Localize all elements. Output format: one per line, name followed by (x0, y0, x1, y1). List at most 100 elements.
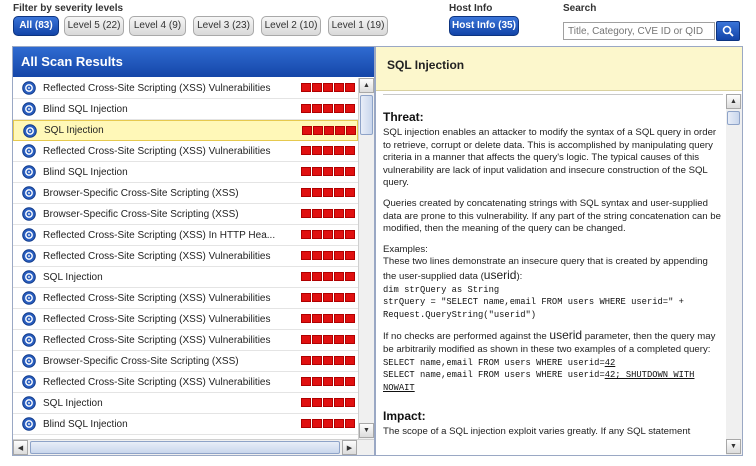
result-row[interactable]: Reflected Cross-Site Scripting (XSS) Vul… (13, 309, 358, 330)
scan-results-title: All Scan Results (13, 47, 374, 77)
result-row[interactable]: Blind SQL Injection (13, 414, 358, 435)
userid-term-2: userid (549, 328, 583, 343)
severity-block (313, 126, 323, 135)
search-input[interactable] (564, 23, 714, 39)
result-row[interactable]: Reflected Cross-Site Scripting (XSS) Vul… (13, 288, 358, 309)
no-checks-text-a: If no checks are performed against the (383, 331, 550, 343)
detail-vertical-scrollbar[interactable]: ▲ ▼ (726, 94, 742, 455)
severity-block (312, 146, 322, 155)
result-row[interactable]: Browser-Specific Cross-Site Scripting (X… (13, 204, 358, 225)
severity-block (301, 314, 311, 323)
filter-level-1-button[interactable]: Level 1 (19) (328, 16, 388, 36)
severity-block (334, 419, 344, 428)
detail-panel: SQL Injection Threat: SQL injection enab… (375, 46, 743, 456)
vulnerability-icon (22, 249, 36, 263)
filter-level-3-button[interactable]: Level 3 (23) (193, 16, 254, 36)
search-field[interactable] (563, 22, 715, 40)
severity-block (345, 314, 355, 323)
severity-block (345, 83, 355, 92)
result-row[interactable]: SQL Injection (13, 267, 358, 288)
query-example-1: SELECT name,email FROM users WHERE useri… (383, 357, 616, 368)
severity-block (345, 167, 355, 176)
severity-block (323, 188, 333, 197)
severity-block (312, 377, 322, 386)
filter-all-button[interactable]: All (83) (13, 16, 59, 36)
severity-block (345, 356, 355, 365)
severity-block (345, 272, 355, 281)
result-title: Reflected Cross-Site Scripting (XSS) Vul… (43, 250, 271, 262)
result-title: Reflected Cross-Site Scripting (XSS) Vul… (43, 334, 271, 346)
severity-block (345, 230, 355, 239)
threat-paragraph-1: SQL injection enables an attacker to mod… (383, 127, 717, 189)
severity-block (323, 251, 333, 260)
results-horizontal-scrollbar[interactable]: ◀ ▶ (13, 439, 374, 455)
severity-block (334, 356, 344, 365)
detail-scroll-up-arrow-icon[interactable]: ▲ (726, 94, 741, 109)
result-title: SQL Injection (43, 271, 103, 283)
result-title: Browser-Specific Cross-Site Scripting (X… (43, 208, 239, 220)
severity-indicator (301, 335, 355, 344)
severity-indicator (301, 398, 355, 407)
results-scroll-thumb[interactable] (360, 95, 373, 135)
result-row[interactable]: Blind SQL Injection (13, 99, 358, 120)
result-row[interactable]: Reflected Cross-Site Scripting (XSS) Vul… (13, 78, 358, 99)
severity-block (323, 356, 333, 365)
scroll-right-arrow-icon[interactable]: ▶ (342, 440, 357, 455)
result-row[interactable]: Blind SQL Injection (13, 162, 358, 183)
severity-block (323, 293, 333, 302)
result-title: Reflected Cross-Site Scripting (XSS) Vul… (43, 376, 271, 388)
search-button[interactable] (716, 21, 740, 41)
severity-indicator (301, 146, 355, 155)
examples-label: Examples: (383, 243, 428, 255)
result-row[interactable]: Browser-Specific Cross-Site Scripting (X… (13, 183, 358, 204)
vulnerability-icon (23, 123, 37, 138)
severity-block (301, 335, 311, 344)
host-info-button[interactable]: Host Info (35) (449, 16, 519, 36)
search-icon (722, 25, 734, 37)
result-row[interactable]: Reflected Cross-Site Scripting (XSS) Vul… (13, 141, 358, 162)
result-row[interactable]: Reflected Cross-Site Scripting (XSS) In … (13, 225, 358, 246)
filter-level-4-button[interactable]: Level 4 (9) (129, 16, 186, 36)
filter-level-5-button[interactable]: Level 5 (22) (64, 16, 124, 36)
result-row[interactable]: Browser-Specific Cross-Site Scripting (X… (13, 351, 358, 372)
severity-indicator (301, 293, 355, 302)
vulnerability-icon (22, 375, 36, 389)
filter-level-2-button[interactable]: Level 2 (10) (261, 16, 321, 36)
detail-scroll-thumb[interactable] (727, 111, 740, 125)
detail-content: Threat: SQL injection enables an attacke… (383, 94, 723, 455)
severity-block (312, 83, 322, 92)
results-vertical-scrollbar[interactable]: ▲ ▼ (358, 78, 374, 439)
vulnerability-icon (22, 291, 36, 305)
severity-block (323, 398, 333, 407)
severity-block (334, 398, 344, 407)
result-row[interactable]: Reflected Cross-Site Scripting (XSS) Vul… (13, 372, 358, 393)
scroll-left-arrow-icon[interactable]: ◀ (13, 440, 28, 455)
code-line-2: strQuery = "SELECT name,email FROM users… (383, 297, 684, 308)
result-row[interactable]: SQL Injection (13, 393, 358, 414)
result-row[interactable]: Reflected Cross-Site Scripting (XSS) Vul… (13, 246, 358, 267)
severity-block (334, 251, 344, 260)
scroll-up-arrow-icon[interactable]: ▲ (359, 78, 374, 93)
severity-indicator (301, 230, 355, 239)
result-title: Reflected Cross-Site Scripting (XSS) Vul… (43, 292, 271, 304)
detail-scroll-down-arrow-icon[interactable]: ▼ (726, 439, 741, 454)
vulnerability-icon (22, 270, 36, 284)
severity-block (345, 398, 355, 407)
result-row[interactable]: Reflected Cross-Site Scripting (XSS) Vul… (13, 330, 358, 351)
severity-block (323, 377, 333, 386)
severity-block (323, 314, 333, 323)
detail-title: SQL Injection (376, 47, 742, 91)
severity-block (312, 314, 322, 323)
result-title: SQL Injection (43, 397, 103, 409)
results-hscroll-thumb[interactable] (30, 441, 340, 454)
severity-block (323, 104, 333, 113)
scroll-down-arrow-icon[interactable]: ▼ (359, 423, 374, 438)
vulnerability-icon (22, 396, 36, 410)
result-title: Reflected Cross-Site Scripting (XSS) Vul… (43, 82, 271, 94)
result-row[interactable]: SQL Injection (13, 120, 358, 141)
result-title: Blind SQL Injection (43, 166, 128, 178)
severity-block (345, 104, 355, 113)
severity-block (334, 188, 344, 197)
severity-indicator (301, 377, 355, 386)
result-title: Blind SQL Injection (43, 103, 128, 115)
